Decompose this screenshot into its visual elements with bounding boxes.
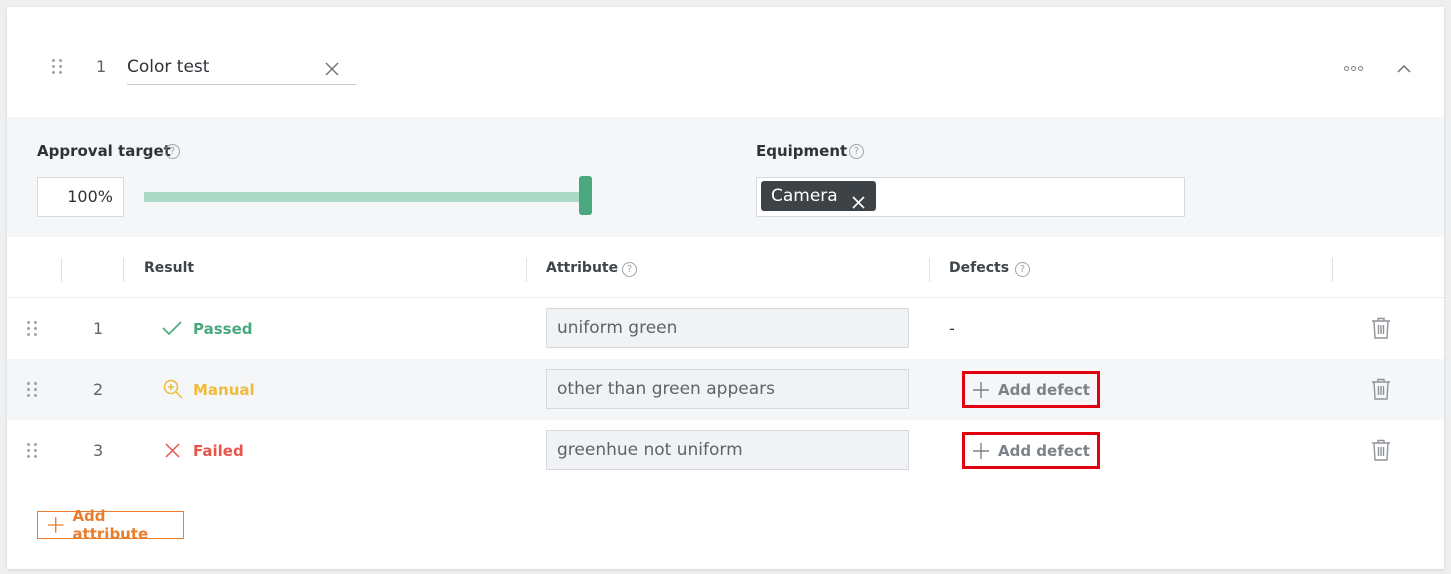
approval-slider-handle[interactable] <box>579 176 592 215</box>
column-separator <box>526 258 527 282</box>
row-drag-handle-icon[interactable] <box>27 321 37 336</box>
plus-icon <box>973 442 989 459</box>
add-attribute-button[interactable]: Add attribute <box>37 507 184 543</box>
equipment-help-icon[interactable]: ? <box>849 144 864 159</box>
approval-percent-input[interactable]: 100% <box>37 177 124 217</box>
more-options-icon[interactable] <box>1344 66 1363 71</box>
table-row: 2 Manual other than green appears Add de… <box>7 359 1444 420</box>
settings-panel: Approval target ? 100% Equipment ? Camer… <box>7 117 1444 237</box>
test-card: 1 Color test Approval target ? 100% Equi… <box>7 7 1444 569</box>
approval-slider-track[interactable] <box>144 192 587 202</box>
row-number: 1 <box>93 319 104 338</box>
drag-handle-icon[interactable] <box>52 59 62 74</box>
attribute-input[interactable]: other than green appears <box>546 369 909 409</box>
add-defect-button[interactable]: Add defect <box>962 371 1100 408</box>
collapse-chevron-up-icon[interactable] <box>1397 59 1411 78</box>
row-drag-handle-icon[interactable] <box>27 382 37 397</box>
row-drag-handle-icon[interactable] <box>27 443 37 458</box>
row-number: 3 <box>93 441 104 460</box>
equipment-label: Equipment <box>756 142 848 160</box>
test-title-field[interactable]: Color test <box>127 55 356 85</box>
attribute-input[interactable]: greenhue not uniform <box>546 430 909 470</box>
remove-chip-icon[interactable] <box>852 189 865 219</box>
defects-help-icon[interactable]: ? <box>1015 262 1030 277</box>
column-header-attribute: Attribute <box>546 260 619 276</box>
add-defect-button[interactable]: Add defect <box>962 432 1100 469</box>
column-separator <box>929 258 930 282</box>
attribute-input[interactable]: uniform green <box>546 308 909 348</box>
add-defect-label: Add defect <box>998 380 1090 399</box>
defects-empty: - <box>949 319 955 338</box>
add-attribute-label: Add attribute <box>72 507 149 543</box>
approval-help-icon[interactable]: ? <box>165 144 180 159</box>
plus-icon <box>973 381 989 398</box>
column-separator <box>1332 258 1333 282</box>
equipment-chip: Camera <box>761 181 876 211</box>
table-row: 3 Failed greenhue not uniform Add defect <box>7 420 1444 481</box>
status-manual[interactable]: Manual <box>193 381 255 399</box>
column-separator <box>123 258 124 282</box>
trash-icon[interactable] <box>1371 317 1391 343</box>
equipment-input[interactable]: Camera <box>756 177 1185 217</box>
column-header-result: Result <box>144 260 195 276</box>
column-separator <box>61 258 62 282</box>
status-failed[interactable]: Failed <box>193 442 244 460</box>
plus-icon <box>47 517 64 533</box>
equipment-chip-label: Camera <box>771 186 838 206</box>
trash-icon[interactable] <box>1371 439 1391 465</box>
check-icon <box>162 320 182 340</box>
approval-target-label: Approval target <box>37 142 171 160</box>
row-number: 2 <box>93 380 104 399</box>
clear-title-icon[interactable] <box>325 61 339 80</box>
trash-icon[interactable] <box>1371 378 1391 404</box>
test-index: 1 <box>96 57 107 76</box>
test-title-text: Color test <box>127 57 210 77</box>
add-defect-label: Add defect <box>998 441 1090 460</box>
column-header-defects: Defects <box>949 260 1010 276</box>
x-icon <box>165 443 180 462</box>
status-passed[interactable]: Passed <box>193 320 252 338</box>
attribute-help-icon[interactable]: ? <box>622 262 637 277</box>
zoom-in-icon <box>163 379 183 403</box>
table-row: 1 Passed uniform green - <box>7 298 1444 359</box>
